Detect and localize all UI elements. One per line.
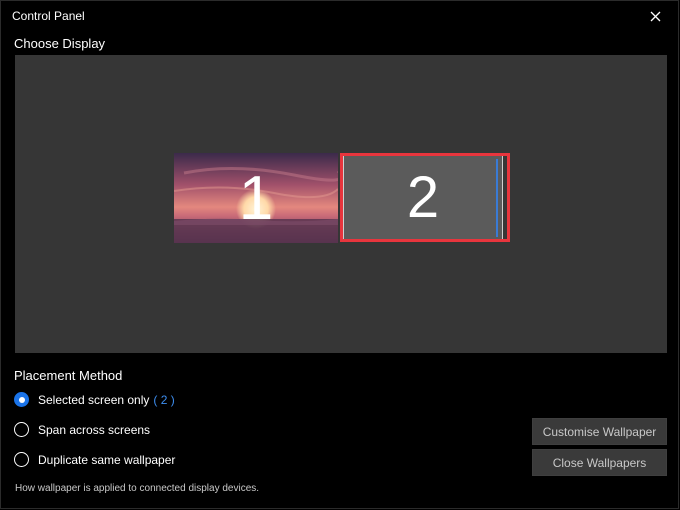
selected-screen-badge: ( 2 ) [153,392,175,407]
monitor-2[interactable]: 2 [343,155,503,240]
choose-display-label: Choose Display [14,36,106,51]
radio-duplicate-same-wallpaper[interactable]: Duplicate same wallpaper [14,452,175,467]
customise-wallpaper-button[interactable]: Customise Wallpaper [532,418,667,445]
close-icon [650,11,660,21]
close-wallpapers-button[interactable]: Close Wallpapers [532,449,667,476]
window-title: Control Panel [12,9,85,23]
control-panel-window: Control Panel Choose Display 1 2 Placeme… [0,0,679,509]
radio-button-checked[interactable] [14,392,29,407]
radio-button[interactable] [14,422,29,437]
radio-span-across-screens[interactable]: Span across screens [14,422,150,437]
radio-label-duplicate-same-wallpaper: Duplicate same wallpaper [38,452,176,467]
monitor-2-accent-bar [496,159,498,237]
monitor-1[interactable]: 1 [174,153,338,243]
close-button[interactable] [638,3,672,29]
radio-label-span-across-screens: Span across screens [38,422,151,437]
title-bar: Control Panel [1,1,678,31]
monitor-1-number: 1 [238,163,274,233]
placement-method-label: Placement Method [14,368,123,383]
display-preview-area: 1 2 [15,55,667,353]
radio-selected-screen-only[interactable]: Selected screen only ( 2 ) [14,392,175,407]
placement-description: How wallpaper is applied to connected di… [15,483,260,494]
radio-label-selected-screen-only: Selected screen only [38,392,150,407]
monitor-2-number: 2 [406,165,440,230]
radio-button[interactable] [14,452,29,467]
